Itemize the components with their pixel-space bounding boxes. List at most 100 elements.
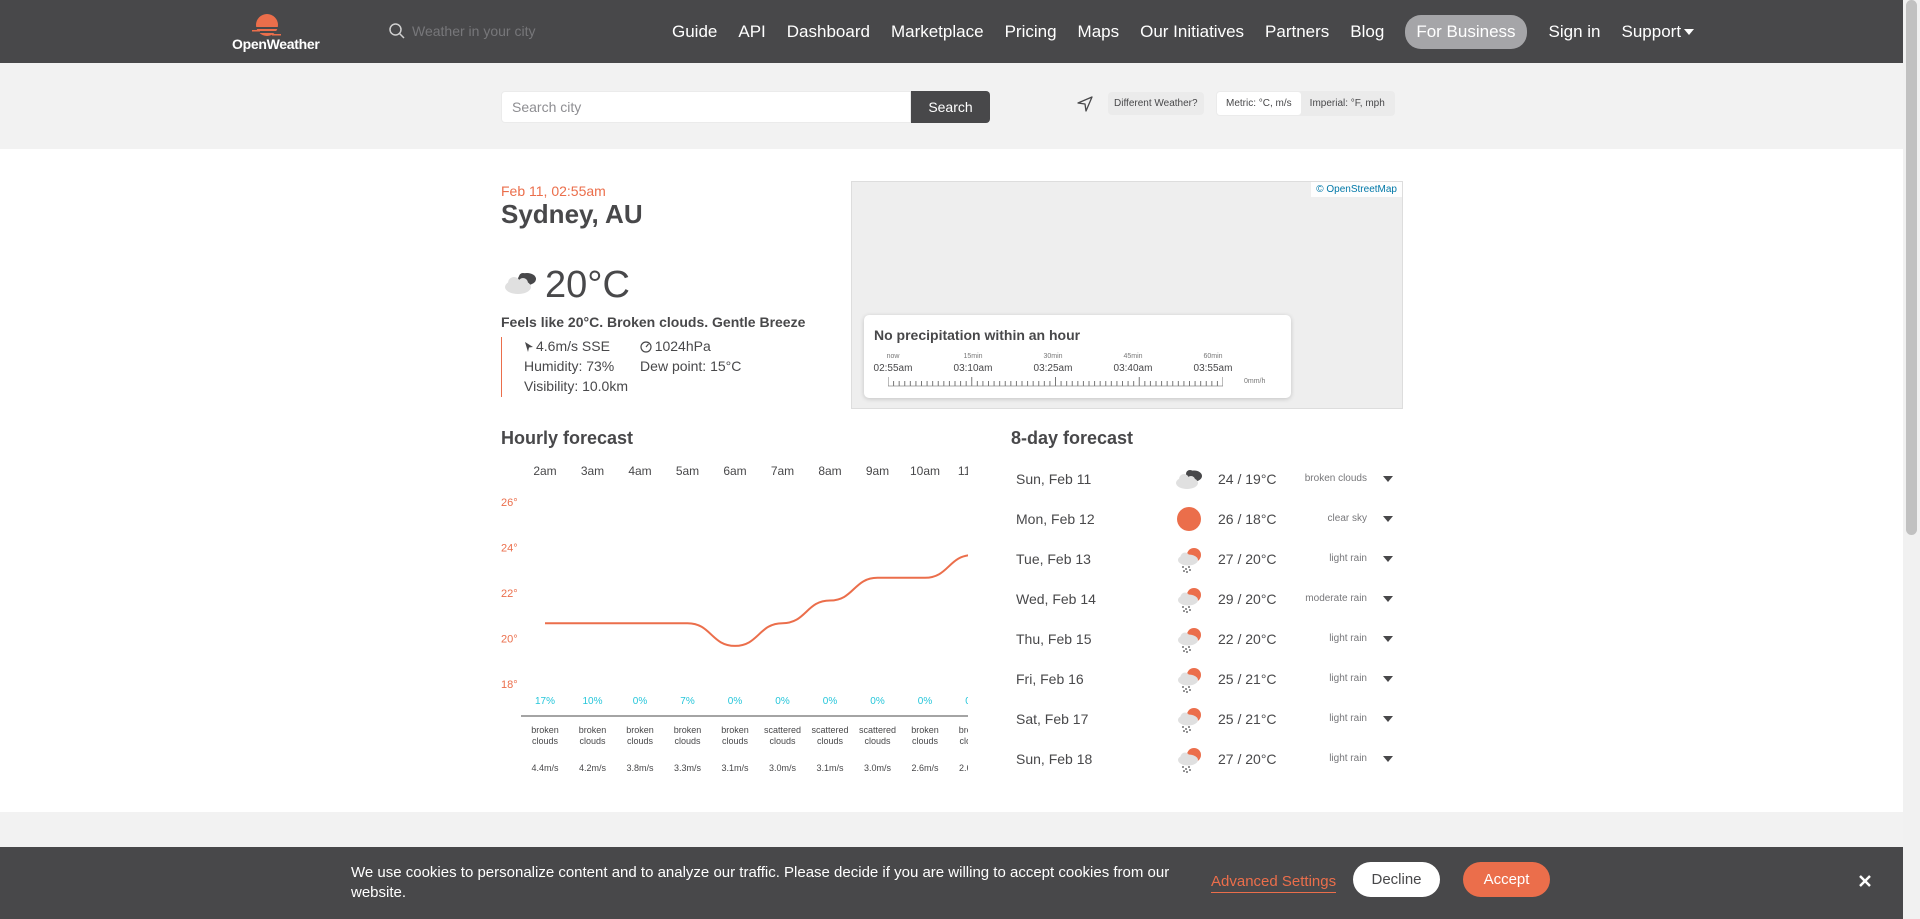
day-date: Sun, Feb 18 xyxy=(1016,751,1093,767)
hour-description: scattered xyxy=(859,725,896,735)
nav-link-initiatives[interactable]: Our Initiatives xyxy=(1140,22,1244,42)
sun-icon xyxy=(1177,507,1201,531)
day-date: Thu, Feb 15 xyxy=(1016,631,1092,647)
nav-link-marketplace[interactable]: Marketplace xyxy=(891,22,984,42)
imperial-units-option[interactable]: Imperial: °F, mph xyxy=(1301,92,1394,115)
wind-pressure-row: 4.6m/s SSE 1024hPa xyxy=(524,338,711,354)
pressure-value: 1024hPa xyxy=(654,338,711,354)
decline-cookies-button[interactable]: Decline xyxy=(1353,862,1440,897)
weather-map[interactable]: © OpenStreetMap No precipitation within … xyxy=(851,181,1403,409)
precip-probability: 0% xyxy=(918,696,933,707)
humidity-dew-row: Humidity: 73% Dew point: 15°C xyxy=(524,358,741,374)
precip-mark-label: 45min xyxy=(1123,353,1143,360)
cookie-banner: We use cookies to personalize content an… xyxy=(0,847,1903,919)
precip-mark-time: 03:25am xyxy=(1033,363,1073,374)
daily-forecast-row[interactable]: Fri, Feb 16 25 / 21°C light rain xyxy=(1011,664,1403,694)
close-icon[interactable] xyxy=(1856,872,1874,890)
support-menu[interactable]: Support xyxy=(1622,22,1695,42)
top-navigation: OpenWeather Guide API Dashboard Marketpl… xyxy=(0,0,1903,63)
weather-summary: Feels like 20°C. Broken clouds. Gentle B… xyxy=(501,314,806,330)
wind-direction-icon xyxy=(525,342,533,353)
nav-link-pricing[interactable]: Pricing xyxy=(1005,22,1057,42)
daily-forecast-row[interactable]: Thu, Feb 15 22 / 20°C light rain xyxy=(1011,624,1403,654)
advanced-settings-link[interactable]: Advanced Settings xyxy=(1211,873,1337,893)
chevron-down-icon[interactable] xyxy=(1383,516,1393,522)
chevron-down-icon[interactable] xyxy=(1383,476,1393,482)
nav-link-guide[interactable]: Guide xyxy=(672,22,717,42)
hourly-forecast-title: Hourly forecast xyxy=(501,428,634,448)
precip-probability: 17% xyxy=(535,696,555,707)
broken-clouds-icon xyxy=(1176,470,1202,489)
page-scrollbar[interactable] xyxy=(1903,0,1920,919)
chevron-down-icon[interactable] xyxy=(1383,676,1393,682)
search-band: Search Different Weather? Metric: °C, m/… xyxy=(0,63,1903,149)
y-tick-label: 26° xyxy=(501,497,518,509)
daily-forecast-row[interactable]: Wed, Feb 14 29 / 20°C moderate rain xyxy=(1011,584,1403,614)
chevron-down-icon[interactable] xyxy=(1383,636,1393,642)
nav-link-dashboard[interactable]: Dashboard xyxy=(787,22,870,42)
rain-icon xyxy=(1178,748,1201,773)
day-description: light rain xyxy=(1329,673,1367,684)
chevron-down-icon[interactable] xyxy=(1383,716,1393,722)
chevron-down-icon[interactable] xyxy=(1383,756,1393,762)
hour-description: clouds xyxy=(769,736,796,746)
different-weather-button[interactable]: Different Weather? xyxy=(1108,92,1204,115)
temperature-line xyxy=(545,554,968,647)
metric-units-option[interactable]: Metric: °C, m/s xyxy=(1217,92,1301,115)
nav-link-api[interactable]: API xyxy=(738,22,765,42)
precip-probability: 0% xyxy=(775,696,790,707)
rain-icon xyxy=(1178,548,1201,573)
header-search-input[interactable] xyxy=(412,18,612,44)
day-description: light rain xyxy=(1329,753,1367,764)
nav-links: Guide API Dashboard Marketplace Pricing … xyxy=(672,0,1715,63)
humidity-value: Humidity: 73% xyxy=(524,358,615,374)
daily-forecast-row[interactable]: Tue, Feb 13 27 / 20°C light rain xyxy=(1011,544,1403,574)
location-arrow-icon[interactable] xyxy=(1076,95,1094,113)
hour-wind-speed: 4.4m/s xyxy=(531,763,559,773)
accept-cookies-button[interactable]: Accept xyxy=(1463,862,1550,897)
day-date: Mon, Feb 12 xyxy=(1016,511,1095,527)
hour-label: 5am xyxy=(676,464,699,478)
nav-link-maps[interactable]: Maps xyxy=(1078,22,1120,42)
weather-details: 4.6m/s SSE 1024hPa Humidity: 73% Dew poi… xyxy=(501,337,831,397)
rain-icon xyxy=(1178,588,1201,613)
hour-wind-speed: 3.1m/s xyxy=(721,763,749,773)
hourly-forecast-chart[interactable]: 2am 3am 4am 5am 6am 7am 8am 9am 10am 11am 26° 24° 22… xyxy=(501,455,968,785)
hour-wind-speed: 3.3m/s xyxy=(674,763,702,773)
day-date: Sun, Feb 11 xyxy=(1016,471,1092,487)
for-business-button[interactable]: For Business xyxy=(1405,14,1527,49)
precip-mark-time: 02:55am xyxy=(873,363,913,374)
hour-description: broken xyxy=(674,725,702,735)
daily-forecast-row[interactable]: Sat, Feb 17 25 / 21°C light rain xyxy=(1011,704,1403,734)
city-search-button[interactable]: Search xyxy=(911,91,990,123)
day-temperature: 24 / 19°C xyxy=(1218,471,1277,487)
y-tick-label: 20° xyxy=(501,634,518,646)
hour-description: clouds xyxy=(579,736,606,746)
precip-probability: 7% xyxy=(680,696,695,707)
day-date: Fri, Feb 16 xyxy=(1016,671,1084,687)
city-search-input[interactable] xyxy=(501,91,911,123)
precip-unit: 0mm/h xyxy=(1244,378,1266,385)
nav-link-partners[interactable]: Partners xyxy=(1265,22,1329,42)
scrollbar-thumb[interactable] xyxy=(1906,0,1917,535)
day-description: light rain xyxy=(1329,713,1367,724)
sign-in-link[interactable]: Sign in xyxy=(1549,22,1601,42)
daily-forecast-row[interactable]: Mon, Feb 12 26 / 18°C clear sky xyxy=(1011,504,1403,534)
chevron-down-icon[interactable] xyxy=(1383,556,1393,562)
openweather-logo[interactable]: OpenWeather xyxy=(232,10,328,54)
hour-description: clouds xyxy=(817,736,844,746)
header-search[interactable] xyxy=(386,18,626,44)
nav-link-blog[interactable]: Blog xyxy=(1350,22,1384,42)
chevron-down-icon xyxy=(1684,29,1695,36)
hour-wind-speed: 2.6m/s xyxy=(911,763,939,773)
rain-icon xyxy=(1178,628,1201,653)
daily-forecast-row[interactable]: Sun, Feb 18 27 / 20°C light rain xyxy=(1011,744,1403,774)
hour-wind-speed: 4.2m/s xyxy=(579,763,607,773)
y-tick-label: 18° xyxy=(501,679,518,691)
chevron-down-icon[interactable] xyxy=(1383,596,1393,602)
support-label: Support xyxy=(1621,21,1682,41)
map-credit-link[interactable]: © OpenStreetMap xyxy=(1311,182,1402,197)
daily-forecast-title: 8-day forecast xyxy=(1011,428,1134,448)
hour-wind-speed: 3.1m/s xyxy=(816,763,844,773)
daily-forecast-row[interactable]: Sun, Feb 11 24 / 19°C broken clouds xyxy=(1011,464,1403,494)
